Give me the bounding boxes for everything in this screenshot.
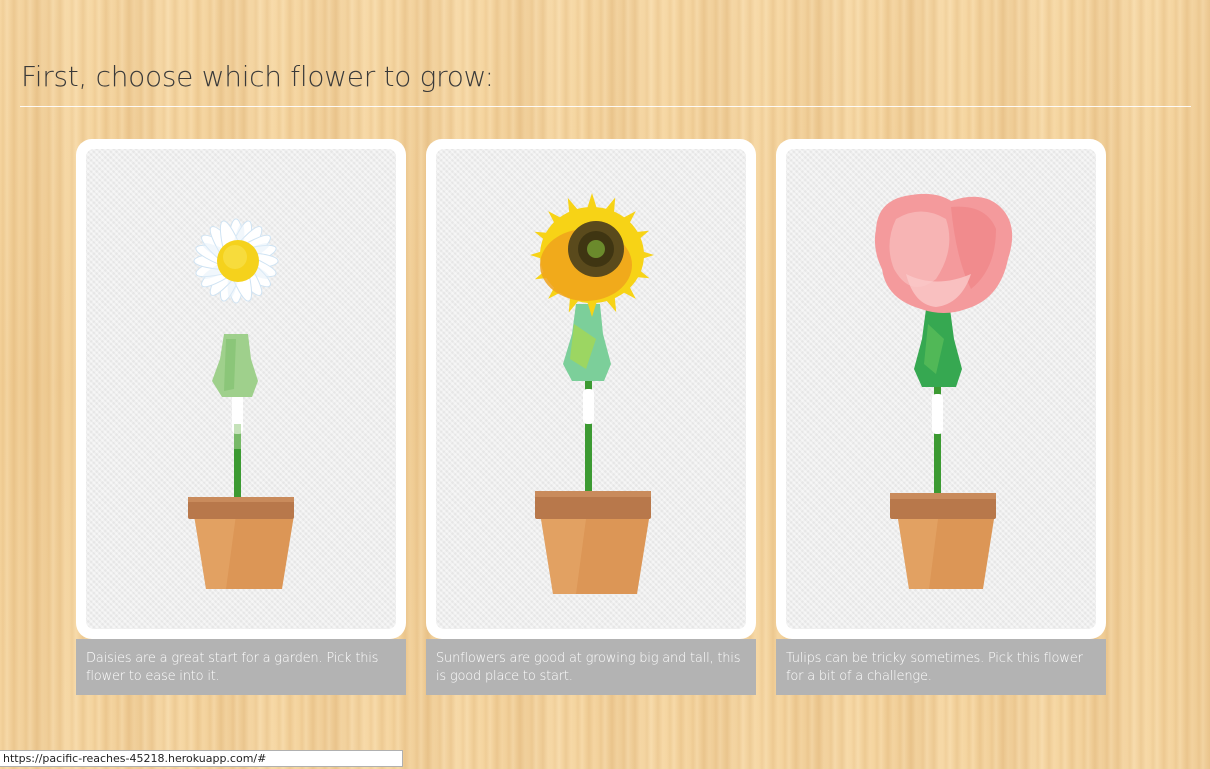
page-title: First, choose which flower to grow: [21, 60, 494, 93]
flower-card-tulip[interactable]: Tulips can be tricky sometimes. Pick thi… [776, 139, 1106, 695]
flower-description: Tulips can be tricky sometimes. Pick thi… [776, 639, 1106, 695]
flower-description: Daisies are a great start for a garden. … [76, 639, 406, 695]
card-frame [776, 139, 1106, 639]
card-image-area [786, 149, 1096, 629]
status-bar-url: https://pacific-reaches-45218.herokuapp.… [0, 750, 403, 767]
daisy-image [188, 218, 294, 589]
card-image-area [86, 149, 396, 629]
flower-card-sunflower[interactable]: Sunflowers are good at growing big and t… [426, 139, 756, 695]
card-image-area [436, 149, 746, 629]
flower-card-daisy[interactable]: Daisies are a great start for a garden. … [76, 139, 406, 695]
card-frame [426, 139, 756, 639]
card-frame [76, 139, 406, 639]
title-divider [20, 106, 1191, 107]
tulip-image [874, 193, 1013, 589]
flower-description: Sunflowers are good at growing big and t… [426, 639, 756, 695]
sunflower-image [530, 193, 654, 594]
